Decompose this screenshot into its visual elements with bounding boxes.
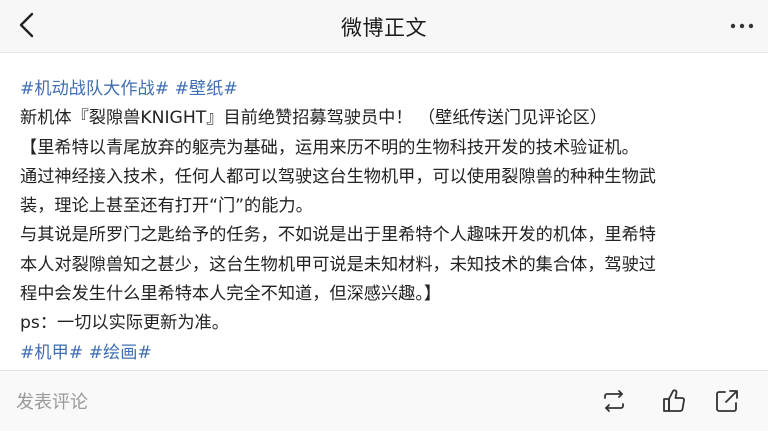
hashtag-link[interactable]: #机动战队大作战# (20, 79, 169, 99)
share-button[interactable] (713, 387, 741, 415)
hashtag-link[interactable]: #机甲# (20, 343, 83, 363)
post-text-line: 装，理论上甚至还有打开“门”的能力。 (20, 196, 313, 217)
chevron-left-icon (19, 12, 34, 38)
more-dots-icon (730, 23, 754, 29)
page-title: 微博正文 (341, 16, 427, 40)
more-button[interactable] (728, 12, 756, 40)
back-button[interactable] (12, 9, 44, 41)
post-text-line: 与其说是所罗门之匙给予的任务，不如说是出于里希特个人趣味开发的机体，里希特 (20, 225, 656, 246)
post-text-line: 程中会发生什么里希特本人完全不知道，但深感兴趣。】 (20, 284, 442, 305)
hashtag-link[interactable]: #壁纸# (175, 79, 238, 99)
hashtag-link[interactable]: #绘画# (89, 343, 152, 363)
weibo-post-screen: 微博正文 #机动战队大作战# #壁纸# 新机体『裂隙兽KNIGHT』目前绝赞招募… (0, 0, 768, 431)
hashtag-row-top: #机动战队大作战# #壁纸# (20, 75, 750, 104)
post-text-line: 【里希特以青尾放弃的躯壳为基础，运用来历不明的生物科技开发的技术验证机。 (20, 137, 639, 158)
post-body: #机动战队大作战# #壁纸# 新机体『裂隙兽KNIGHT』目前绝赞招募驾驶员中！… (20, 75, 750, 368)
repost-icon (604, 390, 624, 412)
like-button[interactable] (660, 387, 688, 415)
hashtag-row-bottom: #机甲# #绘画# (20, 339, 750, 368)
top-nav-bar: 微博正文 (0, 0, 768, 53)
post-text-line: 新机体『裂隙兽KNIGHT』目前绝赞招募驾驶员中！ （壁纸传送门见评论区） (20, 108, 608, 129)
comment-input[interactable]: 发表评论 (16, 388, 88, 414)
post-text-line: 本人对裂隙兽知之甚少，这台生物机甲可说是未知材料，未知技术的集合体，驾驶过 (20, 254, 656, 275)
bottom-action-bar: 发表评论 (0, 370, 768, 431)
thumbs-up-icon (663, 389, 685, 412)
share-icon (716, 390, 738, 412)
post-text-line: 通过神经接入技术，任何人都可以驾驶这台生物机甲，可以使用裂隙兽的种种生物武 (20, 166, 656, 187)
repost-button[interactable] (600, 387, 628, 415)
post-text-line: ps：一切以实际更新为准。 (20, 313, 229, 334)
